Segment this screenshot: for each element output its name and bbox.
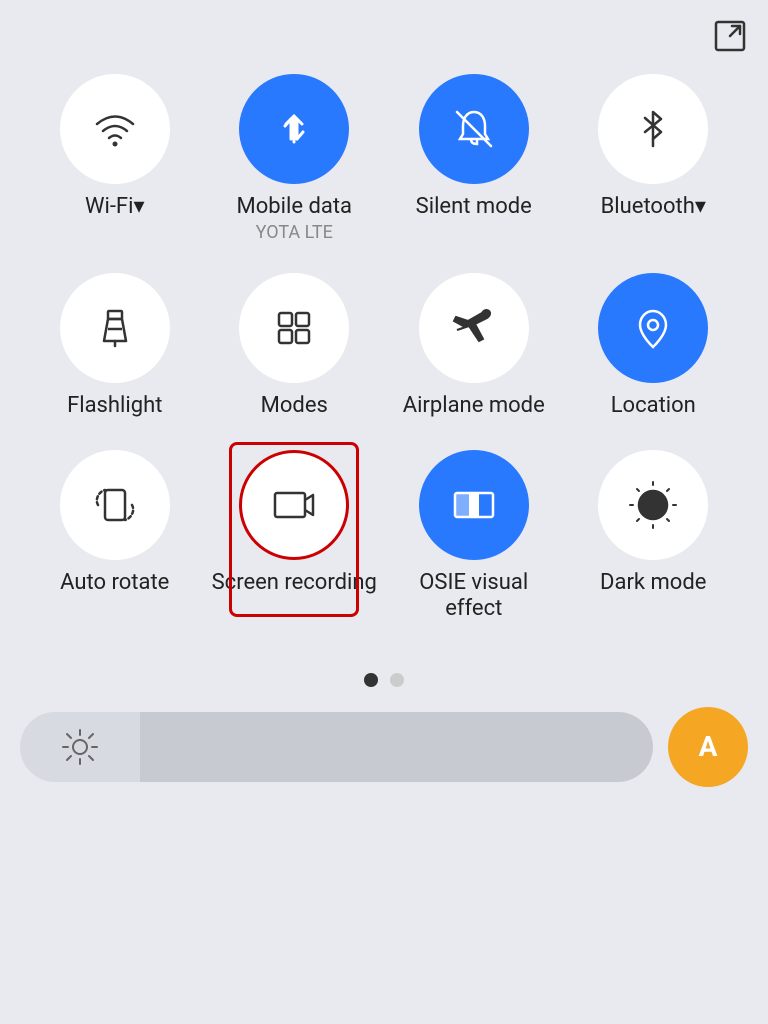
osie-circle [419,450,529,560]
brightness-track[interactable] [140,712,653,782]
qs-item-dark-mode[interactable]: Dark mode [569,450,739,623]
wifi-circle [60,74,170,184]
location-circle [598,273,708,383]
bluetooth-circle [598,74,708,184]
qs-row-1: Wi-Fi▾ Mobile data YOTA LTE [30,74,738,243]
wifi-label: Wi-Fi▾ [85,194,145,220]
pagination-dot-1[interactable] [364,673,378,687]
location-label: Location [611,393,696,419]
bluetooth-icon [628,104,678,154]
quick-settings: Wi-Fi▾ Mobile data YOTA LTE [0,64,768,663]
qs-item-airplane-mode[interactable]: Airplane mode [389,273,559,419]
silent-icon [449,104,499,154]
screen-recording-icon [269,480,319,530]
wifi-icon [90,104,140,154]
modes-circle [239,273,349,383]
qs-item-bluetooth[interactable]: Bluetooth▾ [569,74,739,243]
flashlight-circle [60,273,170,383]
qs-item-flashlight[interactable]: Flashlight [30,273,200,419]
auto-rotate-icon [90,480,140,530]
osie-icon [449,480,499,530]
qs-item-osie[interactable]: OSIE visual effect [389,450,559,623]
qs-row-2: Flashlight Modes Airplane mode [30,273,738,419]
pagination-dot-2[interactable] [390,673,404,687]
qs-item-screen-recording[interactable]: Screen recording [210,450,380,623]
edit-icon[interactable] [712,18,748,54]
mobile-data-circle [239,74,349,184]
qs-item-wifi[interactable]: Wi-Fi▾ [30,74,200,243]
avatar[interactable]: A [668,707,748,787]
bluetooth-label: Bluetooth▾ [601,194,706,220]
location-icon [628,303,678,353]
silent-mode-circle [419,74,529,184]
qs-row-3: Auto rotate Screen recording O [30,450,738,623]
airplane-circle [419,273,529,383]
auto-rotate-label: Auto rotate [60,570,169,596]
flashlight-icon [90,303,140,353]
flashlight-label: Flashlight [67,393,162,419]
qs-item-modes[interactable]: Modes [210,273,380,419]
screen-recording-label: Screen recording [212,570,377,596]
auto-rotate-circle [60,450,170,560]
qs-item-mobile-data[interactable]: Mobile data YOTA LTE [210,74,380,243]
brightness-left [20,712,140,782]
dark-mode-icon [628,480,678,530]
qs-item-silent-mode[interactable]: Silent mode [389,74,559,243]
pagination [0,673,768,687]
brightness-icon [60,727,100,767]
silent-mode-label: Silent mode [416,194,532,220]
modes-icon [269,303,319,353]
qs-item-auto-rotate[interactable]: Auto rotate [30,450,200,623]
osie-label: OSIE visual effect [389,570,559,623]
mobile-data-label: Mobile data [237,194,352,220]
mobile-data-icon [269,104,319,154]
dark-mode-label: Dark mode [600,570,706,596]
modes-label: Modes [261,393,328,419]
mobile-data-sublabel: YOTA LTE [256,222,333,243]
qs-item-location[interactable]: Location [569,273,739,419]
top-bar [0,0,768,64]
dark-mode-circle [598,450,708,560]
brightness-bar[interactable]: A [20,707,748,787]
airplane-icon [449,303,499,353]
screen-recording-circle [239,450,349,560]
airplane-label: Airplane mode [403,393,545,419]
